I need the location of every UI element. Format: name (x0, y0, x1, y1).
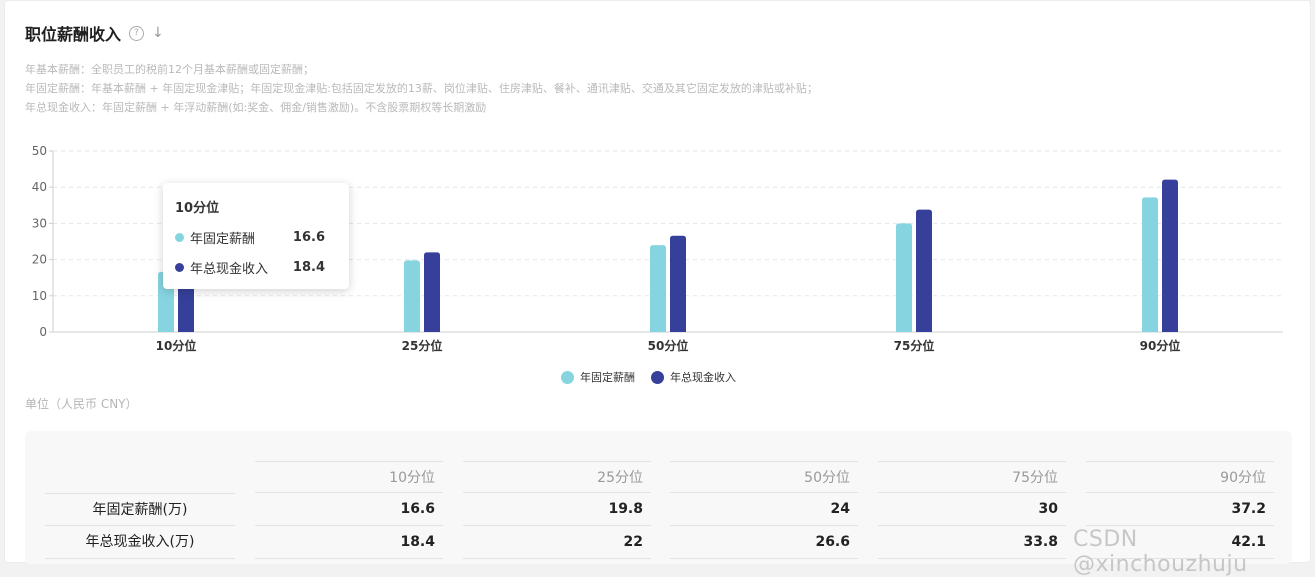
table-column-p75: 75分位 30 33.8 (878, 461, 1066, 559)
table-column-p10: 10分位 16.6 18.4 (255, 461, 443, 559)
x-tick-label: 10分位 (156, 338, 197, 353)
title-row: 职位薪酬收入 ? ↓ (25, 21, 164, 45)
table-cell: 22 (463, 526, 651, 559)
table-cell: 37.2 (1086, 493, 1274, 526)
tooltip-value-fixed: 16.6 (292, 230, 325, 245)
legend-label-total: 年总现金收入 (670, 371, 736, 384)
definition-notes: 年基本薪酬：全职员工的税前12个月基本薪酬或固定薪酬； 年固定薪酬：年基本薪酬 … (25, 60, 818, 117)
table-header-p50: 50分位 (670, 461, 858, 493)
table-cell: 30 (878, 493, 1066, 526)
row-label-total: 年总现金收入(万) (45, 526, 235, 559)
bar (650, 245, 666, 332)
table-cell: 16.6 (255, 493, 443, 526)
note-fixed-salary: 年固定薪酬：年基本薪酬 + 年固定现金津贴；年固定现金津贴:包括固定发放的13薪… (25, 82, 818, 95)
tooltip-title: 10分位 (175, 201, 220, 216)
download-icon[interactable]: ↓ (152, 26, 164, 40)
watermark: CSDN @xinchouzhuju (1073, 527, 1248, 577)
y-tick-label: 20 (32, 253, 47, 267)
chart-legend: 年固定薪酬 年总现金收入 (561, 369, 742, 385)
note-total-cash: 年总现金收入：年固定薪酬 + 年浮动薪酬(如:奖金、佣金/销售激励)。不含股票期… (25, 101, 487, 114)
bar (1142, 197, 1158, 332)
legend-item-total[interactable]: 年总现金收入 (651, 369, 736, 385)
chart-tooltip: 10分位 年固定薪酬 16.6 年总现金收入 18.4 (163, 183, 349, 289)
bar (424, 252, 440, 332)
bar (404, 260, 420, 332)
bar (670, 235, 686, 332)
table-column-p50: 50分位 24 26.6 (670, 461, 858, 559)
table-column-p25: 25分位 19.8 22 (463, 461, 651, 559)
bar (1162, 179, 1178, 332)
tooltip-row-total: 年总现金收入 18.4 (175, 258, 337, 277)
legend-dot-total (651, 370, 664, 384)
y-tick-label: 50 (32, 144, 47, 158)
bar (896, 223, 912, 332)
salary-card: 职位薪酬收入 ? ↓ 年基本薪酬：全职员工的税前12个月基本薪酬或固定薪酬； 年… (4, 0, 1311, 577)
x-tick-label: 75分位 (894, 338, 935, 353)
tooltip-dot-total (175, 263, 184, 272)
table-cell: 18.4 (255, 526, 443, 559)
table-header-p25: 25分位 (463, 461, 651, 493)
table-cell: 33.8 (878, 526, 1066, 559)
help-icon[interactable]: ? (129, 25, 145, 41)
y-tick-label: 10 (32, 289, 47, 303)
table-header-p10: 10分位 (255, 461, 443, 493)
tooltip-name-fixed: 年固定薪酬 (190, 232, 256, 247)
y-tick-label: 40 (32, 180, 47, 194)
page-title: 职位薪酬收入 (25, 25, 122, 44)
tooltip-dot-fixed (175, 233, 184, 242)
y-tick-label: 0 (39, 325, 47, 339)
table-header-p75: 75分位 (878, 461, 1066, 493)
unit-label: 单位（人民币 CNY） (25, 397, 138, 411)
note-base-salary: 年基本薪酬：全职员工的税前12个月基本薪酬或固定薪酬； (25, 63, 314, 76)
table-cell: 19.8 (463, 493, 651, 526)
x-tick-label: 90分位 (1140, 338, 1181, 353)
table-label-column: 年固定薪酬(万) 年总现金收入(万) (45, 493, 235, 559)
bar (916, 209, 932, 332)
legend-dot-fixed (561, 370, 574, 384)
row-label-fixed: 年固定薪酬(万) (45, 493, 235, 526)
tooltip-name-total: 年总现金收入 (190, 262, 269, 277)
table-cell: 24 (670, 493, 858, 526)
x-tick-label: 25分位 (402, 338, 443, 353)
x-tick-label: 50分位 (648, 338, 689, 353)
legend-label-fixed: 年固定薪酬 (580, 371, 635, 384)
legend-item-fixed[interactable]: 年固定薪酬 (561, 369, 635, 385)
table-header-p90: 90分位 (1086, 461, 1274, 493)
table-cell: 26.6 (670, 526, 858, 559)
tooltip-row-fixed: 年固定薪酬 16.6 (175, 228, 337, 247)
tooltip-value-total: 18.4 (292, 260, 325, 275)
y-tick-label: 30 (32, 216, 47, 230)
